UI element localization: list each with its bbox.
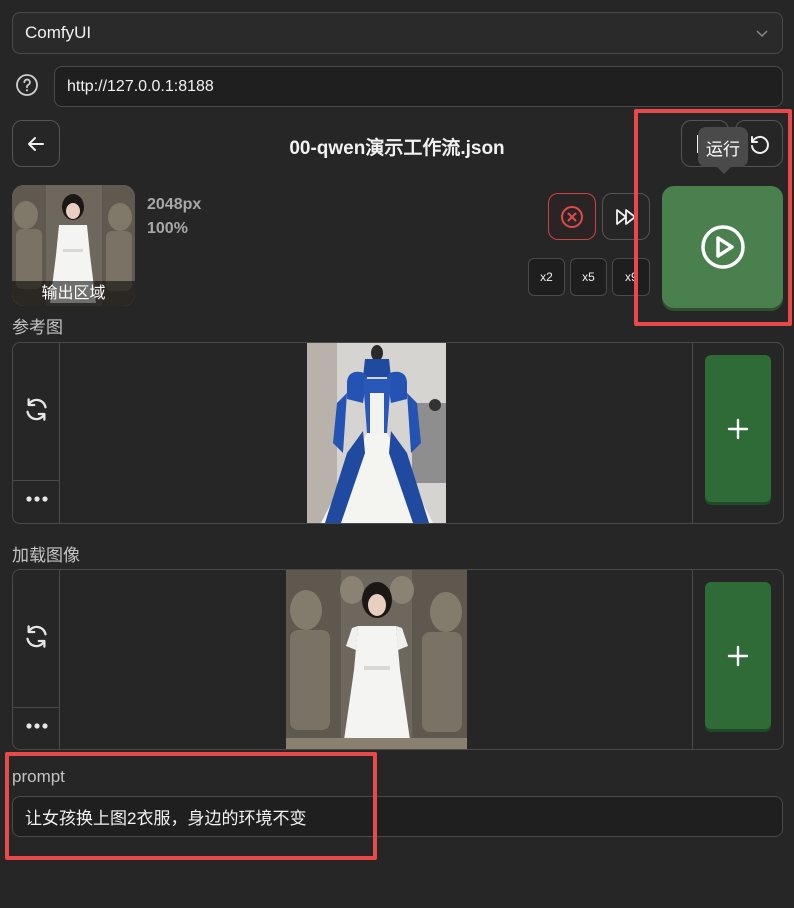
server-url-input[interactable]: http://127.0.0.1:8188 [54,66,783,107]
help-icon[interactable] [15,73,39,97]
refresh-icon[interactable] [23,396,50,423]
arrow-left-icon [28,136,44,151]
plus-icon [727,645,749,666]
chevron-down-icon [756,30,768,38]
reference-tools [13,343,60,523]
cancel-circle-icon [561,205,583,228]
plus-icon [727,418,749,439]
server-select[interactable]: ComfyUI [12,12,783,54]
output-resolution: 2048px [147,196,202,213]
reference-add-button[interactable] [705,355,771,502]
reference-image [307,343,446,523]
batch-x2-button[interactable]: x2 [528,258,565,296]
load-image-label: 加载图像 [12,546,80,565]
load-add-button[interactable] [705,582,771,729]
batch-x5-button[interactable]: x5 [570,258,607,296]
reference-add-column [692,343,783,523]
highlight-box-prompt [5,752,377,860]
workflow-title: 00-qwen演示工作流.json [289,138,505,159]
more-icon[interactable] [25,722,49,730]
loaded-image [286,570,467,749]
load-add-column [692,570,783,749]
reference-image-label: 参考图 [12,318,63,337]
output-area-label: 输出区域 [12,281,135,306]
server-url-value: http://127.0.0.1:8188 [67,77,214,95]
refresh-icon[interactable] [23,623,50,650]
output-zoom: 100% [147,220,188,237]
cancel-button[interactable] [548,193,596,240]
load-tools [13,570,60,749]
load-image-panel [12,569,784,750]
back-button[interactable] [12,120,60,167]
reference-image-panel [12,342,784,524]
highlight-box-run [634,109,792,326]
server-select-value: ComfyUI [25,23,92,42]
more-icon[interactable] [25,495,49,503]
